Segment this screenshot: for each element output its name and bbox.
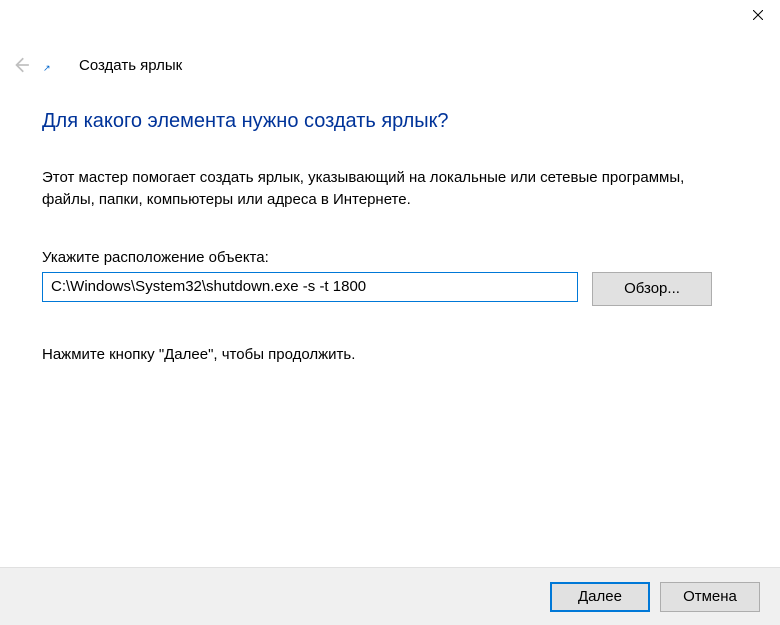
wizard-description: Этот мастер помогает создать ярлык, указ…	[42, 167, 738, 211]
close-icon	[753, 10, 763, 20]
location-input[interactable]	[42, 272, 578, 302]
continue-instruction: Нажмите кнопку "Далее", чтобы продолжить…	[42, 346, 738, 363]
close-button[interactable]	[735, 0, 780, 30]
shortcut-icon: ↗	[43, 56, 61, 74]
back-arrow-icon	[12, 56, 30, 74]
next-button[interactable]: Далее	[550, 582, 650, 612]
wizard-title: Создать ярлык	[79, 57, 182, 74]
location-label: Укажите расположение объекта:	[42, 249, 738, 266]
back-button	[4, 56, 38, 74]
wizard-footer: Далее Отмена	[0, 567, 780, 625]
page-heading: Для какого элемента нужно создать ярлык?	[42, 110, 738, 133]
browse-button[interactable]: Обзор...	[592, 272, 712, 306]
wizard-header: ↗ Создать ярлык	[0, 45, 182, 85]
cancel-button[interactable]: Отмена	[660, 582, 760, 612]
